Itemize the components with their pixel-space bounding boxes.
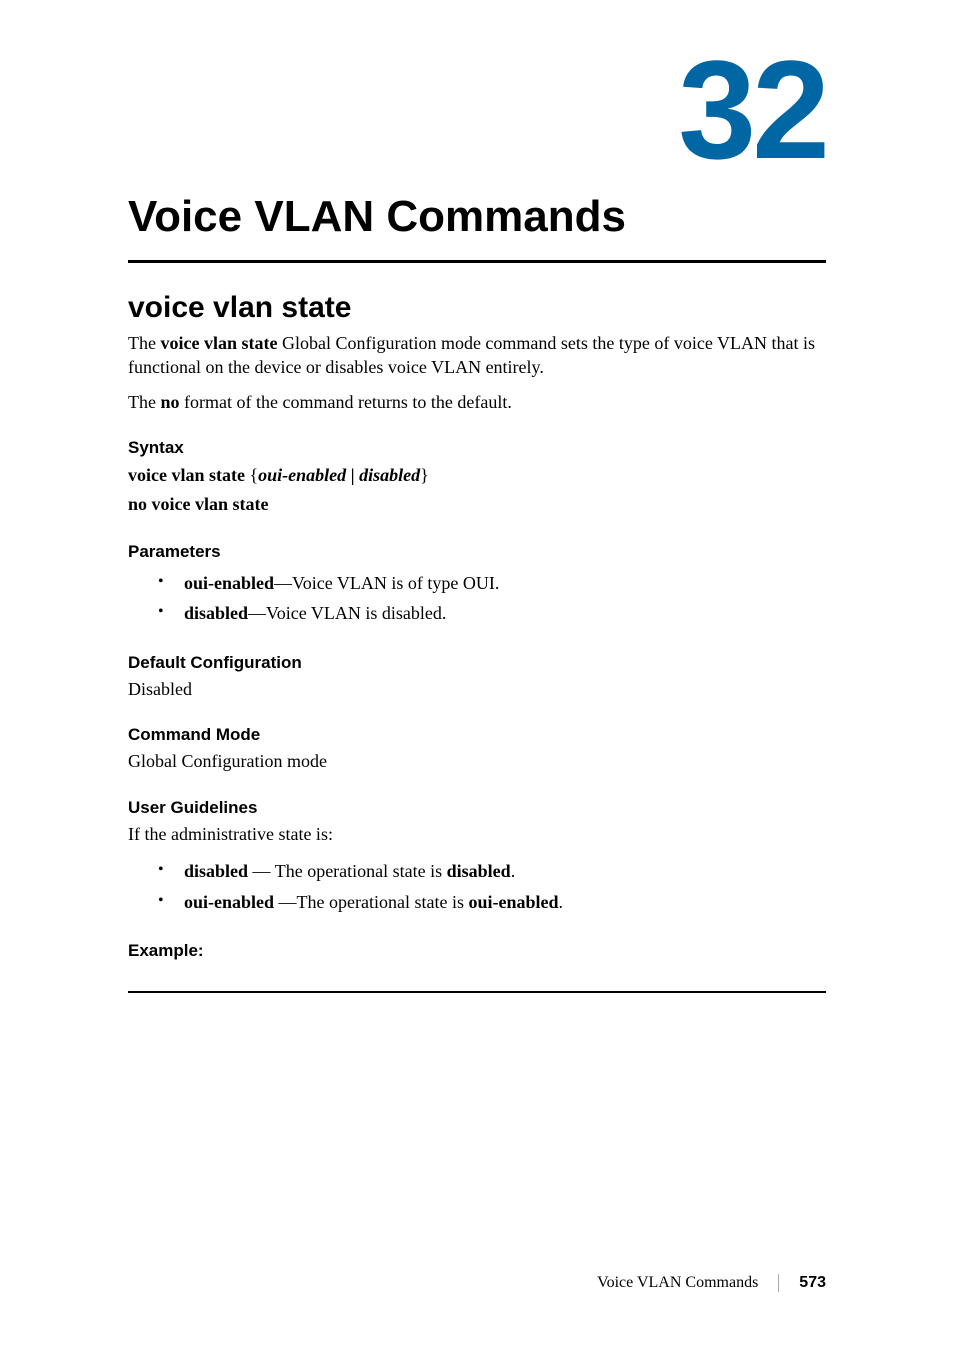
chapter-number: 32 (128, 40, 826, 180)
state-name: disabled (184, 861, 248, 881)
syntax-cmd: voice vlan state (128, 465, 249, 485)
text: The (128, 392, 160, 412)
list-item: oui-enabled—Voice VLAN is of type OUI. (128, 568, 826, 599)
text: . (511, 861, 516, 881)
footer-divider (778, 1274, 779, 1292)
state-name: oui-enabled (468, 892, 558, 912)
param-desc: —Voice VLAN is of type OUI. (274, 573, 499, 593)
bottom-rule (128, 991, 826, 993)
state-name: disabled (447, 861, 511, 881)
command-name: voice vlan state (160, 333, 277, 353)
param-name: oui-enabled (184, 573, 274, 593)
text: . (559, 892, 564, 912)
text: — The operational state is (248, 861, 447, 881)
example-heading: Example: (128, 941, 826, 961)
list-item: disabled—Voice VLAN is disabled. (128, 598, 826, 629)
text: —The operational state is (274, 892, 468, 912)
param-name: disabled (184, 603, 248, 623)
list-item: disabled — The operational state is disa… (128, 856, 826, 887)
syntax-param: oui-enabled (258, 465, 346, 485)
default-config-heading: Default Configuration (128, 653, 826, 673)
footer-page-number: 573 (799, 1274, 826, 1292)
text: The (128, 333, 160, 353)
command-mode-heading: Command Mode (128, 725, 826, 745)
syntax-heading: Syntax (128, 438, 826, 458)
footer: Voice VLAN Commands 573 (128, 1274, 826, 1292)
footer-title: Voice VLAN Commands (597, 1274, 758, 1292)
parameters-list: oui-enabled—Voice VLAN is of type OUI. d… (128, 568, 826, 629)
section-title: voice vlan state (128, 291, 826, 325)
chapter-title: Voice VLAN Commands (128, 192, 826, 242)
user-guidelines-intro: If the administrative state is: (128, 822, 826, 846)
divider-rule (128, 260, 826, 263)
intro-paragraph-2: The no format of the command returns to … (128, 390, 826, 414)
user-guidelines-heading: User Guidelines (128, 798, 826, 818)
default-config-text: Disabled (128, 677, 826, 701)
syntax-brace: } (420, 465, 429, 485)
syntax-param: disabled (359, 465, 420, 485)
intro-paragraph-1: The voice vlan state Global Configuratio… (128, 331, 826, 380)
text: format of the command returns to the def… (180, 392, 512, 412)
user-guidelines-list: disabled — The operational state is disa… (128, 856, 826, 917)
state-name: oui-enabled (184, 892, 274, 912)
command-no: no (160, 392, 179, 412)
parameters-heading: Parameters (128, 542, 826, 562)
syntax-line-2: no voice vlan state (128, 491, 826, 518)
param-desc: —Voice VLAN is disabled. (248, 603, 446, 623)
syntax-line-1: voice vlan state {oui-enabled | disabled… (128, 462, 826, 489)
command-mode-text: Global Configuration mode (128, 749, 826, 773)
syntax-brace: { (249, 465, 258, 485)
syntax-pipe: | (346, 465, 359, 485)
list-item: oui-enabled —The operational state is ou… (128, 887, 826, 918)
